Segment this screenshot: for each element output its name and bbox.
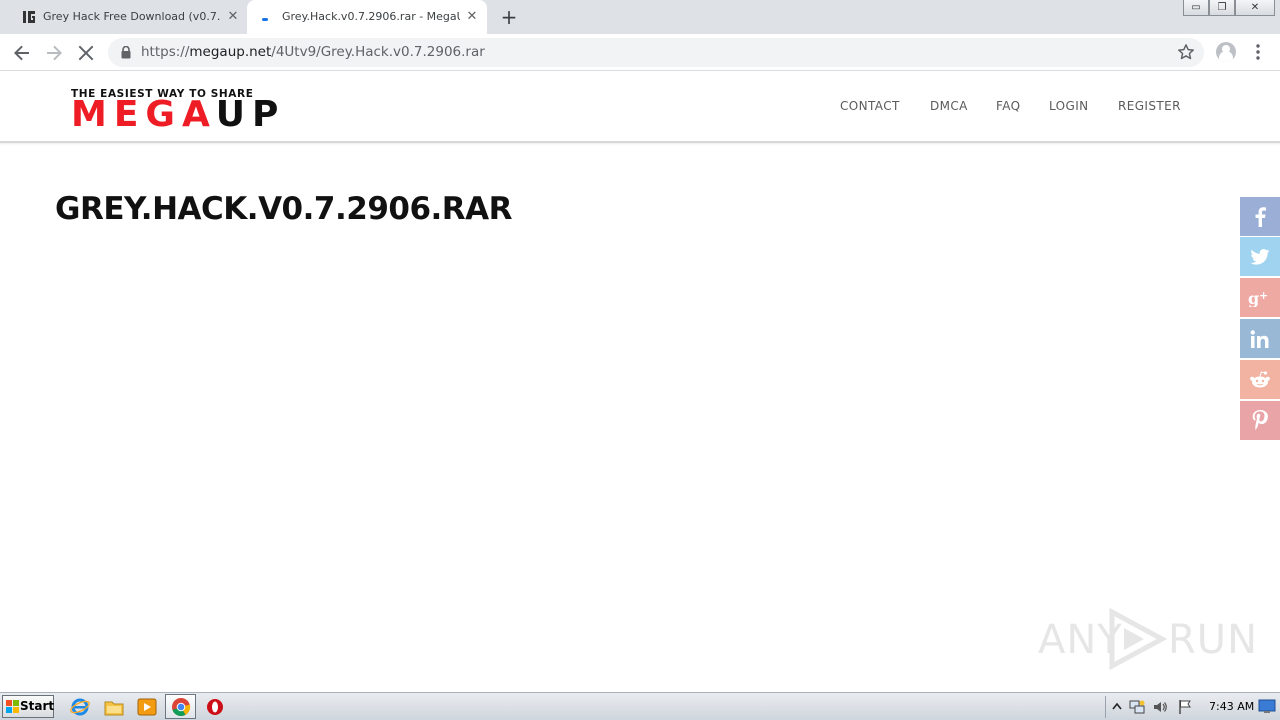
nav-login[interactable]: LOGIN: [1049, 99, 1089, 113]
forward-arrow-icon[interactable]: [42, 41, 66, 65]
igg-games-favicon: [23, 11, 35, 23]
profile-avatar-icon[interactable]: [1216, 42, 1236, 62]
url-text: https://megaup.net/4Utv9/Grey.Hack.v0.7.…: [141, 44, 485, 61]
close-window-button[interactable]: ✕: [1235, 0, 1275, 16]
tab-igg-games[interactable]: Grey Hack Free Download (v0.7.2906) ✕: [8, 0, 245, 34]
logo-word-mega: MEGA: [71, 94, 216, 135]
action-center-flag-icon[interactable]: [1177, 699, 1193, 715]
twitter-icon: [1250, 248, 1270, 265]
media-player-icon[interactable]: [137, 697, 157, 717]
tab-megaup[interactable]: Grey.Hack.v0.7.2906.rar - MegaUp ✕: [247, 0, 487, 34]
nav-dmca[interactable]: DMCA: [930, 99, 968, 113]
logo-word-up: UP: [215, 94, 286, 135]
play-triangle-icon: [1109, 608, 1168, 670]
google-plus-icon: g +: [1248, 289, 1268, 307]
browser-toolbar: https://megaup.net/4Utv9/Grey.Hack.v0.7.…: [0, 34, 1280, 71]
address-bar[interactable]: https://megaup.net/4Utv9/Grey.Hack.v0.7.…: [108, 38, 1204, 67]
chrome-icon: [172, 698, 191, 717]
logo-wordmark: MEGAUP: [71, 97, 285, 133]
pinterest-icon: [1252, 409, 1268, 430]
loading-spinner-icon: [262, 18, 268, 21]
url-path: /4Utv9/Grey.Hack.v0.7.2906.rar: [271, 44, 485, 60]
tab-close-icon[interactable]: ✕: [225, 9, 241, 25]
opera-icon[interactable]: [205, 697, 225, 717]
restore-button[interactable]: ❐: [1209, 0, 1235, 16]
network-icon[interactable]: [1129, 699, 1145, 715]
start-label: Start: [20, 699, 55, 713]
share-facebook-button[interactable]: [1240, 197, 1280, 236]
url-host: megaup.net: [189, 44, 272, 60]
watermark-right-text: RUN: [1168, 617, 1258, 663]
tray-divider: [1105, 696, 1106, 718]
window-controls: ▭ ❐ ✕: [1183, 0, 1275, 17]
volume-icon[interactable]: [1152, 699, 1168, 715]
site-header: THE EASIEST WAY TO SHARE MEGAUP CONTACT …: [0, 72, 1280, 143]
windows-taskbar: Start 7:43 AM: [0, 692, 1280, 720]
nav-contact[interactable]: CONTACT: [840, 99, 900, 113]
share-linkedin-button[interactable]: [1240, 319, 1280, 358]
nav-faq[interactable]: FAQ: [996, 99, 1020, 113]
stop-loading-icon[interactable]: [74, 41, 98, 65]
file-title: GREY.HACK.V0.7.2906.RAR: [55, 191, 513, 227]
facebook-icon: [1255, 206, 1266, 227]
share-google-plus-button[interactable]: g +: [1240, 278, 1280, 317]
svg-text:+: +: [1259, 289, 1268, 302]
star-icon[interactable]: [1176, 42, 1196, 62]
kebab-menu-icon[interactable]: [1250, 42, 1266, 62]
share-pinterest-button[interactable]: [1240, 401, 1280, 440]
show-desktop-icon[interactable]: [1258, 697, 1276, 715]
lock-icon: [121, 46, 131, 59]
svg-text:g: g: [1248, 289, 1259, 307]
share-twitter-button[interactable]: [1240, 237, 1280, 276]
chrome-taskbar-button[interactable]: [165, 694, 196, 719]
back-arrow-icon[interactable]: [10, 41, 34, 65]
share-reddit-button[interactable]: [1240, 360, 1280, 399]
url-scheme: https://: [141, 44, 190, 60]
internet-explorer-icon[interactable]: [70, 697, 90, 717]
tab-strip: Grey Hack Free Download (v0.7.2906) ✕ Gr…: [0, 0, 1280, 34]
megaup-logo[interactable]: THE EASIEST WAY TO SHARE MEGAUP: [71, 88, 278, 133]
anyrun-watermark: ANY RUN: [1038, 606, 1257, 670]
start-button[interactable]: Start: [2, 695, 54, 718]
windows-logo-icon: [6, 700, 19, 713]
taskbar-clock[interactable]: 7:43 AM: [1209, 700, 1254, 713]
screen: Grey Hack Free Download (v0.7.2906) ✕ Gr…: [0, 0, 1280, 720]
minimize-button[interactable]: ▭: [1183, 0, 1209, 16]
tab-title: Grey.Hack.v0.7.2906.rar - MegaUp: [282, 10, 460, 23]
file-explorer-icon[interactable]: [104, 697, 124, 717]
tab-title: Grey Hack Free Download (v0.7.2906): [43, 10, 221, 23]
linkedin-icon: [1250, 329, 1269, 348]
nav-register[interactable]: REGISTER: [1118, 99, 1181, 113]
new-tab-button[interactable]: +: [499, 7, 519, 27]
show-hidden-icons[interactable]: [1109, 699, 1125, 715]
reddit-icon: [1250, 370, 1270, 387]
tab-close-icon[interactable]: ✕: [464, 9, 480, 25]
